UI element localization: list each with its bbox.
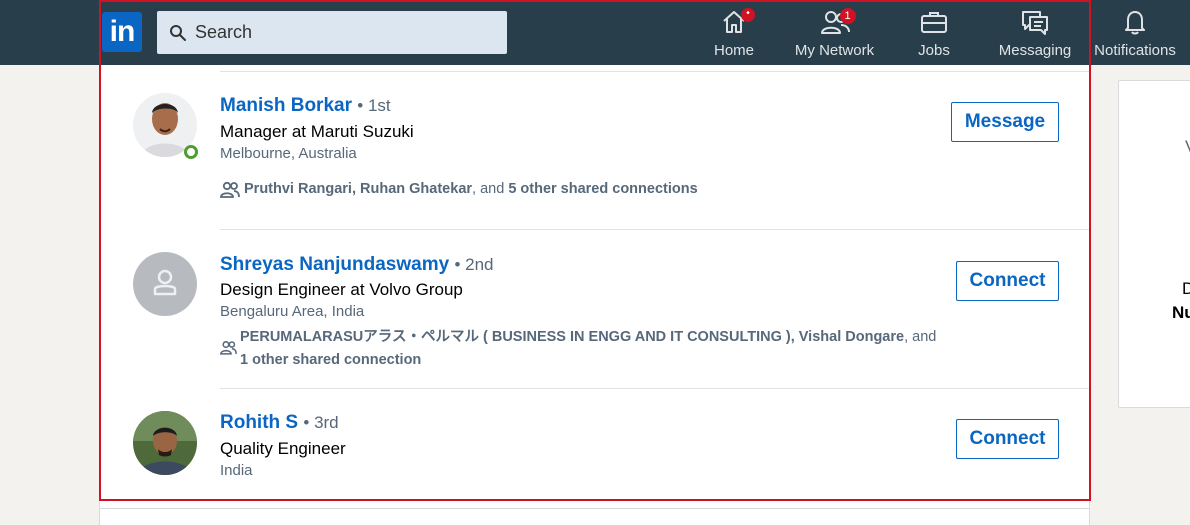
search-box[interactable] — [157, 11, 507, 54]
connection-degree: • 1st — [357, 96, 391, 115]
person-name-link[interactable]: Manish Borkar — [220, 95, 352, 116]
person-headline: Manager at Maruti Suzuki — [220, 122, 414, 141]
shared-connection-count: 1 other shared connection — [240, 352, 422, 368]
message-button[interactable]: Message — [951, 102, 1059, 142]
online-status-indicator — [184, 145, 198, 159]
person-headline: Design Engineer at Volvo Group — [220, 280, 463, 299]
nav-jobs-label: Jobs — [918, 42, 950, 59]
connection-degree: • 3rd — [303, 413, 339, 432]
bell-icon — [1125, 11, 1145, 35]
nav-notifications[interactable]: Notifications — [1093, 6, 1177, 62]
shared-connection-and: , and — [904, 329, 937, 345]
shared-connections[interactable]: Pruthvi Rangari, Ruhan Ghatekar, and 5 o… — [220, 181, 698, 198]
shared-connections-icon — [220, 341, 237, 355]
name-line: Shreyas Nanjundaswamy • 2nd — [220, 254, 493, 276]
card-bottom-border — [100, 508, 1089, 509]
shared-connection-names: PERUMALARASUアラス・ペルマル ( BUSINESS IN ENGG … — [240, 329, 905, 345]
person-name-link[interactable]: Shreyas Nanjundaswamy — [220, 254, 449, 275]
list-item: Rohith S • 3rd Quality Engineer India Co… — [100, 388, 1090, 508]
avatar[interactable] — [133, 411, 197, 475]
avatar[interactable] — [133, 252, 197, 316]
search-input[interactable] — [195, 22, 495, 43]
person-name-link[interactable]: Rohith S — [220, 412, 298, 433]
list-item: Manish Borkar • 1st Manager at Maruti Su… — [100, 65, 1090, 229]
shared-connection-count: 5 other shared connections — [508, 181, 698, 197]
connection-degree: • 2nd — [454, 255, 494, 274]
briefcase-icon — [921, 12, 947, 33]
messaging-icon — [1022, 11, 1048, 35]
sidebar-text: Nu — [1172, 303, 1190, 322]
person-location: India — [220, 462, 253, 479]
name-line: Rohith S • 3rd — [220, 412, 339, 434]
nav-notifications-label: Notifications — [1094, 42, 1176, 59]
person-location: Bengaluru Area, India — [220, 303, 365, 320]
nav-messaging[interactable]: Messaging — [999, 6, 1071, 62]
nav-messaging-label: Messaging — [998, 42, 1072, 59]
global-nav: in • Home 1 My Network — [0, 0, 1190, 65]
nav-home-label: Home — [714, 42, 755, 59]
linkedin-logo[interactable]: in — [102, 12, 142, 52]
home-notification-badge: • — [741, 8, 755, 22]
name-line: Manish Borkar • 1st — [220, 95, 391, 117]
search-icon — [170, 24, 186, 41]
default-avatar-icon — [133, 252, 197, 316]
nav-home[interactable]: • Home — [714, 6, 755, 62]
shared-connection-names: Pruthvi Rangari, Ruhan Ghatekar — [244, 181, 473, 197]
nav-my-network-label: My Network — [794, 42, 875, 59]
person-headline: Quality Engineer — [220, 439, 346, 458]
shared-connections[interactable]: PERUMALARASUアラス・ペルマル ( BUSINESS IN ENGG … — [220, 326, 936, 372]
nav-my-network[interactable]: 1 My Network — [794, 6, 875, 62]
nav-jobs[interactable]: Jobs — [918, 6, 950, 62]
shared-connection-and: , and — [472, 181, 509, 197]
connect-button[interactable]: Connect — [956, 261, 1059, 301]
person-location: Melbourne, Australia — [220, 145, 357, 162]
people-list-card: Manish Borkar • 1st Manager at Maruti Su… — [99, 65, 1090, 525]
list-item: Shreyas Nanjundaswamy • 2nd Design Engin… — [100, 229, 1090, 388]
connect-button[interactable]: Connect — [956, 419, 1059, 459]
sidebar-text: D — [1182, 279, 1190, 299]
network-notification-badge: 1 — [839, 8, 856, 24]
shared-connections-icon — [220, 181, 240, 198]
sidebar-text: V — [1185, 137, 1190, 157]
sidebar-card: V D Nu — [1118, 80, 1190, 408]
